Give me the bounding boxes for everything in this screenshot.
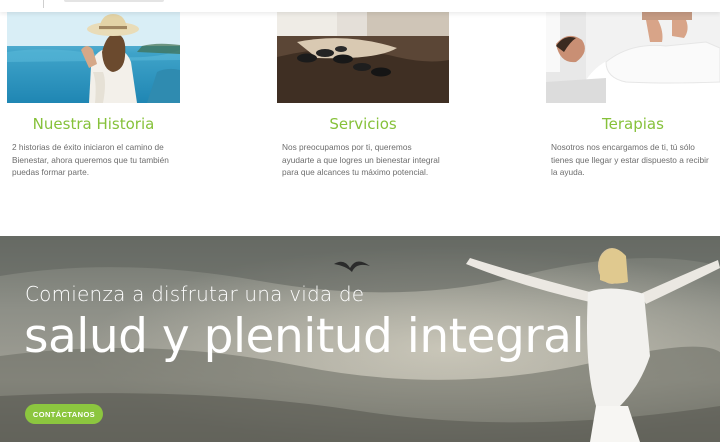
nuestra-historia-text: 2 historias de éxito iniciaron el camino… (12, 142, 169, 177)
servicios-image (277, 12, 449, 103)
terapias-title[interactable]: Terapias (546, 115, 720, 133)
servicios-text: Nos preocupamos por ti, queremos ayudart… (282, 142, 440, 177)
terapias-text: Nosotros nos encargamos de ti, tú sólo t… (551, 142, 709, 177)
hero-subtitle: Comienza a disfrutar una vida de (25, 282, 365, 306)
servicios-title[interactable]: Servicios (277, 115, 449, 133)
terapias-image (546, 12, 720, 103)
contact-button[interactable]: CONTÁCTANOS (25, 404, 103, 424)
hero-title: salud y plenitud integral (24, 309, 585, 364)
site-header (0, 0, 720, 12)
nuestra-historia-title[interactable]: Nuestra Historia (7, 115, 180, 133)
header-tagline (64, 0, 164, 2)
nuestra-historia-image (7, 12, 180, 103)
header-divider (43, 0, 44, 8)
